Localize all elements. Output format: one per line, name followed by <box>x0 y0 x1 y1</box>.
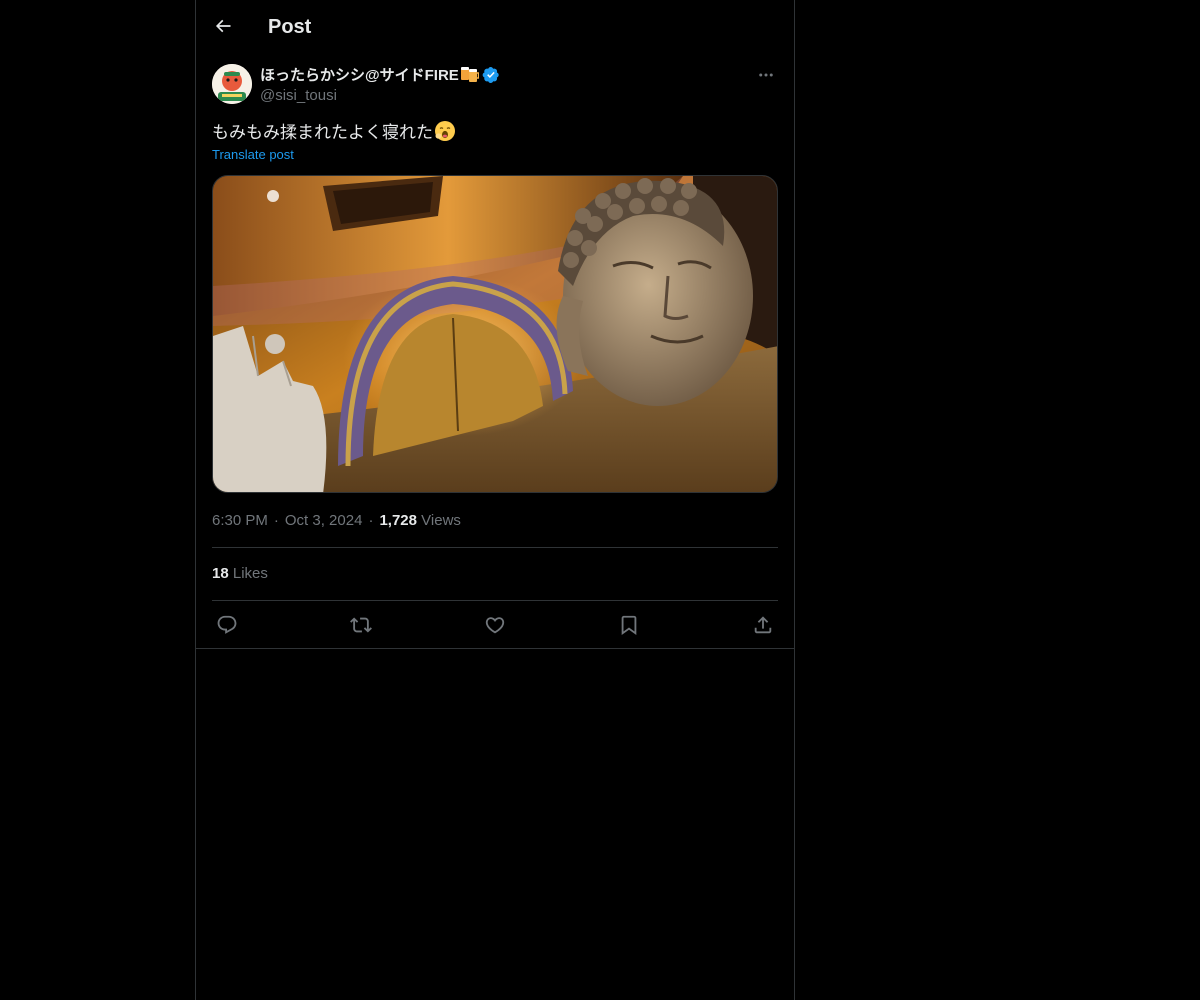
post-text-content: もみもみ揉まれたよく寝れた <box>212 123 433 142</box>
post-bottom-border <box>196 648 794 649</box>
repost-button[interactable] <box>346 613 376 637</box>
share-icon <box>754 616 772 634</box>
page-title: Post <box>268 16 312 38</box>
author-handle[interactable]: @sisi_tousi <box>260 86 337 106</box>
more-options-button[interactable] <box>754 64 778 86</box>
page-header: Post <box>196 0 794 53</box>
share-button[interactable] <box>748 613 778 637</box>
post-column: Post ほったらかシシ@サイドFIRE @sisi_tousi もみもみ揉まれ… <box>195 0 795 1000</box>
arrow-left-icon <box>215 19 231 33</box>
translate-post-link[interactable]: Translate post <box>212 146 294 164</box>
post-meta: 6:30 PM · Oct 3, 2024 · 1,728 Views <box>212 511 461 531</box>
post: ほったらかシシ@サイドFIRE @sisi_tousi もみもみ揉まれたよく寝れ… <box>212 64 778 636</box>
more-horizontal-icon <box>759 73 773 77</box>
bookmark-icon <box>621 615 637 636</box>
verified-badge-icon[interactable] <box>482 66 500 90</box>
post-text: もみもみ揉まれたよく寝れた <box>212 120 456 149</box>
post-author: ほったらかシシ@サイドFIRE @sisi_tousi <box>212 64 778 108</box>
bookmark-button[interactable] <box>614 613 644 637</box>
avatar-image <box>212 64 252 104</box>
divider <box>212 600 778 601</box>
back-button[interactable] <box>206 9 240 43</box>
separator-dot: · <box>273 512 279 529</box>
reply-button[interactable] <box>212 613 242 637</box>
reply-icon <box>217 615 237 634</box>
buddha-head-interior-photo <box>213 176 777 492</box>
like-button[interactable] <box>480 613 510 637</box>
action-bar <box>212 613 778 637</box>
repost-icon <box>350 617 372 633</box>
likes-label: Likes <box>232 565 268 582</box>
divider <box>212 547 778 548</box>
author-name-text: ほったらかシシ@サイドFIRE <box>260 67 459 84</box>
beer-mugs-emoji <box>460 65 479 89</box>
yawning-face-emoji <box>434 120 456 149</box>
post-date[interactable]: Oct 3, 2024 <box>285 512 363 529</box>
views-label: Views <box>421 512 461 529</box>
avatar[interactable] <box>212 64 252 104</box>
likes-stat[interactable]: 18 Likes <box>212 564 268 584</box>
post-time[interactable]: 6:30 PM <box>212 512 268 529</box>
likes-count: 18 <box>212 565 229 582</box>
separator-dot: · <box>368 512 374 529</box>
views-count: 1,728 <box>379 512 417 529</box>
post-media-photo[interactable] <box>212 175 778 493</box>
heart-icon <box>485 617 505 634</box>
